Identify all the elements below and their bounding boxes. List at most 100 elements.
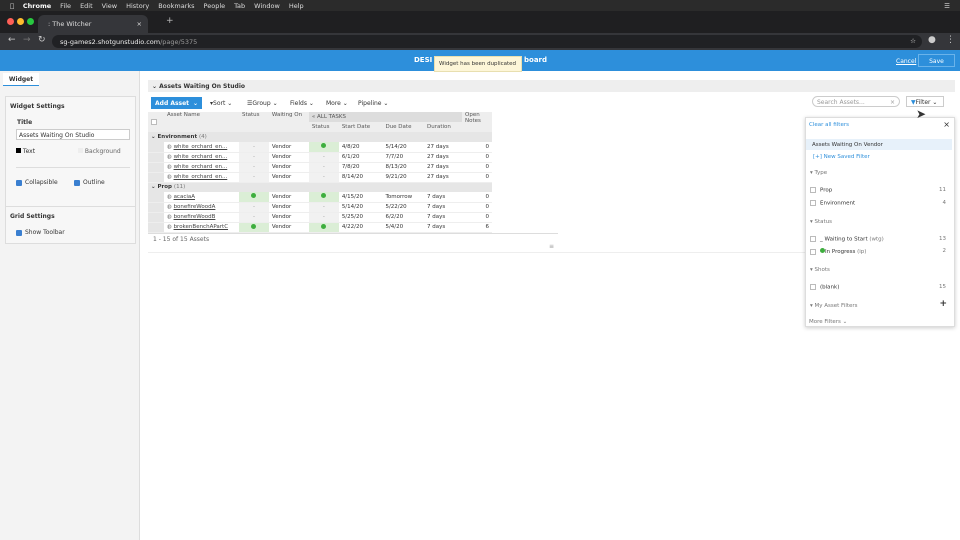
status-cell[interactable]: ip [239, 222, 269, 232]
menu-file[interactable]: File [60, 2, 71, 10]
outline-checkbox[interactable]: Outline [74, 179, 105, 186]
task-status-cell[interactable]: ip [308, 142, 339, 152]
start-date-cell[interactable]: 7/8/20 [339, 162, 383, 172]
open-notes-cell[interactable]: 0 [462, 202, 492, 212]
bookmark-star-icon[interactable]: ☆ [910, 37, 916, 45]
due-date-cell[interactable]: 9/21/20 [382, 172, 424, 182]
menu-list-icon[interactable]: ☰ [944, 2, 950, 10]
waiting-on-cell[interactable]: Vendor [269, 172, 309, 182]
close-tab-icon[interactable]: × [137, 20, 142, 28]
waiting-on-cell[interactable]: Vendor [269, 212, 309, 222]
fields-menu[interactable]: Fields ⌄ [290, 100, 314, 107]
menu-window[interactable]: Window [254, 2, 280, 10]
new-tab-icon[interactable]: + [166, 16, 174, 26]
sort-menu[interactable]: ▾Sort ⌄ [210, 100, 232, 107]
more-menu[interactable]: More ⌄ [326, 100, 348, 107]
title-input[interactable]: Assets Waiting On Studio [16, 129, 130, 140]
duration-cell[interactable]: 7 days [424, 212, 462, 222]
start-date-cell[interactable]: 5/14/20 [339, 202, 383, 212]
filter-shots-blank[interactable]: (blank) 15 [806, 284, 952, 291]
filter-status-wtg[interactable]: _ Waiting to Start (wtg) 13 [806, 236, 952, 243]
back-icon[interactable]: ← [8, 35, 16, 45]
open-notes-cell[interactable]: 0 [462, 192, 492, 202]
task-status-cell[interactable]: -- [308, 172, 339, 182]
open-notes-cell[interactable]: 0 [462, 172, 492, 182]
group-row[interactable]: ⌄ Environment (4) [148, 132, 492, 142]
task-status-cell[interactable]: -- [308, 152, 339, 162]
waiting-on-cell[interactable]: Vendor [269, 142, 309, 152]
filter-type-prop[interactable]: Prop 11 [806, 187, 952, 194]
tab-widget[interactable]: Widget [3, 73, 39, 86]
task-status-cell[interactable]: ip [308, 192, 339, 202]
asset-name-link[interactable]: ◍ white_orchard_en... [164, 152, 239, 162]
due-date-cell[interactable]: 5/14/20 [382, 142, 424, 152]
task-status-cell[interactable]: -- [308, 202, 339, 212]
duration-cell[interactable]: 7 days [424, 192, 462, 202]
menu-tab[interactable]: Tab [234, 2, 245, 10]
asset-name-link[interactable]: ◍ acaciaA [164, 192, 239, 202]
open-notes-cell[interactable]: 0 [462, 152, 492, 162]
grid-settings-header[interactable]: Grid Settings [10, 213, 55, 220]
duration-cell[interactable]: 27 days [424, 142, 462, 152]
asset-name-link[interactable]: ◍ brokenBenchAPartC [164, 222, 239, 232]
add-filter-icon[interactable]: + [939, 299, 947, 309]
collapsible-checkbox[interactable]: Collapsible [16, 179, 58, 186]
open-notes-cell[interactable]: 6 [462, 222, 492, 232]
apple-icon[interactable]:  [10, 2, 14, 10]
select-all-checkbox[interactable] [148, 112, 164, 132]
asset-name-link[interactable]: ◍ bonefireWoodB [164, 212, 239, 222]
cancel-link[interactable]: Cancel [896, 58, 916, 65]
asset-name-link[interactable]: ◍ white_orchard_en... [164, 172, 239, 182]
col-asset-name[interactable]: Asset Name [164, 112, 239, 132]
more-filters-menu[interactable]: More Filters ⌄ [809, 319, 847, 325]
col-duration[interactable]: Duration [424, 122, 462, 132]
task-status-cell[interactable]: -- [308, 162, 339, 172]
due-date-cell[interactable]: 6/2/20 [382, 212, 424, 222]
due-date-cell[interactable]: 8/13/20 [382, 162, 424, 172]
col-task-status[interactable]: Status [309, 122, 339, 132]
open-notes-cell[interactable]: 0 [462, 162, 492, 172]
menu-people[interactable]: People [204, 2, 226, 10]
menu-chrome[interactable]: Chrome [23, 2, 51, 10]
col-waiting-on[interactable]: Waiting On [269, 112, 309, 132]
menu-history[interactable]: History [126, 2, 149, 10]
close-window-icon[interactable] [7, 18, 14, 25]
status-cell[interactable]: -- [239, 152, 269, 162]
col-status[interactable]: Status [239, 112, 269, 132]
saved-filter-item[interactable]: Assets Waiting On Vendor [806, 139, 952, 150]
menu-view[interactable]: View [102, 2, 117, 10]
filter-status-ip[interactable]: In Progress (ip) 2 [806, 248, 952, 255]
kebab-menu-icon[interactable]: ⋮ [946, 35, 955, 45]
waiting-on-cell[interactable]: Vendor [269, 202, 309, 212]
start-date-cell[interactable]: 8/14/20 [339, 172, 383, 182]
table-row[interactable]: ◍ white_orchard_en... -- Vendor ip 4/8/2… [148, 142, 492, 152]
start-date-cell[interactable]: 4/8/20 [339, 142, 383, 152]
start-date-cell[interactable]: 4/15/20 [339, 192, 383, 202]
menu-edit[interactable]: Edit [80, 2, 93, 10]
duration-cell[interactable]: 27 days [424, 162, 462, 172]
minimize-window-icon[interactable] [17, 18, 24, 25]
col-all-tasks[interactable]: « ALL TASKS [308, 112, 462, 122]
status-cell[interactable]: -- [239, 212, 269, 222]
menu-help[interactable]: Help [289, 2, 304, 10]
duration-cell[interactable]: 27 days [424, 152, 462, 162]
type-section-header[interactable]: ▾ Type [810, 170, 827, 176]
waiting-on-cell[interactable]: Vendor [269, 222, 309, 232]
close-filter-icon[interactable]: × [943, 120, 950, 129]
open-notes-cell[interactable]: 0 [462, 212, 492, 222]
col-start-date[interactable]: Start Date [339, 122, 383, 132]
due-date-cell[interactable]: 7/7/20 [382, 152, 424, 162]
shots-section-header[interactable]: ▾ Shots [810, 267, 830, 273]
open-notes-cell[interactable]: 0 [462, 142, 492, 152]
table-row[interactable]: ◍ brokenBenchAPartC ip Vendor ip 4/22/20… [148, 222, 492, 232]
start-date-cell[interactable]: 6/1/20 [339, 152, 383, 162]
table-row[interactable]: ◍ white_orchard_en... -- Vendor -- 8/14/… [148, 172, 492, 182]
start-date-cell[interactable]: 5/25/20 [339, 212, 383, 222]
url-field[interactable]: sg-games2.shotgunstudio.com/page/5375 ☆ [52, 35, 922, 48]
reload-icon[interactable]: ↻ [38, 35, 46, 45]
due-date-cell[interactable]: Tomorrow [382, 192, 424, 202]
background-color-picker[interactable]: Background [78, 148, 121, 155]
due-date-cell[interactable]: 5/4/20 [382, 222, 424, 232]
table-row[interactable]: ◍ white_orchard_en... -- Vendor -- 6/1/2… [148, 152, 492, 162]
my-asset-filters-header[interactable]: ▾ My Asset Filters [810, 303, 858, 309]
